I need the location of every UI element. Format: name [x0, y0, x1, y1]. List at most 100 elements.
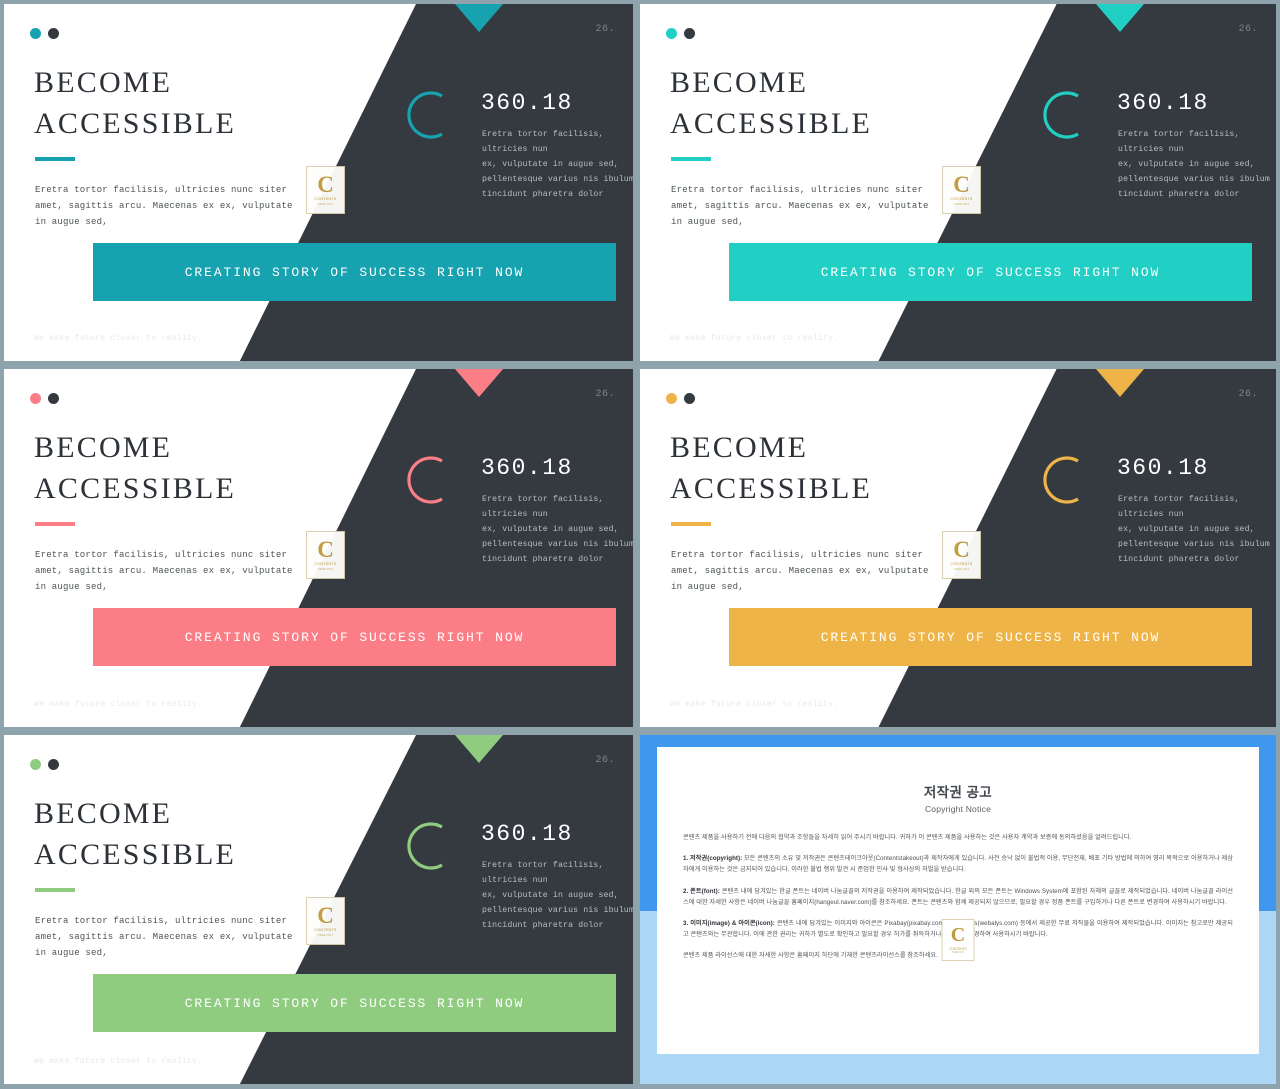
left-body-text: Eretra tortor facilisis, ultricies nunc … [35, 547, 292, 595]
cta-banner[interactable]: CREATING STORY OF SUCCESS RIGHT NOW [729, 243, 1252, 301]
arc-chart [1038, 453, 1092, 507]
cta-banner[interactable]: CREATING STORY OF SUCCESS RIGHT NOW [729, 608, 1252, 666]
logo-subname: TAKE OUT [317, 567, 334, 571]
logo-name: CONTENTS [314, 928, 337, 932]
slide-thumbnail-grid: 26. BECOME ACCESSIBLE Eretra tortor facilis… [0, 0, 1280, 1089]
right-body-line-1: Eretra tortor facilisis, [482, 130, 604, 139]
right-body-text: Eretra tortor facilisis, ultricies nun ex,… [482, 858, 633, 933]
slide-teal-dark[interactable]: 26. BECOME ACCESSIBLE Eretra tortor facilis… [4, 4, 633, 361]
right-body-line-4: pellentesque varius nis ibulum [1118, 175, 1270, 184]
logo-subname: TAKE OUT [317, 933, 334, 937]
cta-banner[interactable]: CREATING STORY OF SUCCESS RIGHT NOW [93, 243, 616, 301]
left-body-line-1: Eretra tortor facilisis, ultricies nunc … [671, 185, 924, 195]
logo-name: CONTENTS [314, 562, 337, 566]
accent-dot-icon [30, 759, 41, 770]
slide-green[interactable]: 26. BECOME ACCESSIBLE Eretra tortor facilis… [4, 735, 633, 1084]
cta-label: CREATING STORY OF SUCCESS RIGHT NOW [184, 264, 525, 280]
arc-chart [1038, 88, 1092, 142]
page-number: 26. [1238, 24, 1258, 35]
contents-takeout-logo: C CONTENTS TAKE OUT [306, 166, 345, 214]
accent-dot-icon [666, 393, 677, 404]
triangle-marker-icon [454, 4, 503, 32]
triangle-marker-icon [1096, 4, 1145, 32]
right-body-line-2: ultricies nun [482, 876, 548, 885]
copyright-para-lead-3: 2. 폰트(font): [683, 887, 720, 895]
copyright-paragraph-2: 1. 저작권(copyright): 모든 콘텐츠의 소유 및 저작권은 콘텐츠… [683, 855, 1233, 874]
slide-turquoise[interactable]: 26. BECOME ACCESSIBLE Eretra tortor facilis… [640, 4, 1276, 361]
logo-letter-c: C [953, 537, 970, 562]
accent-rule [35, 888, 75, 892]
right-body-line-3: ex, vulputate in augue sed, [482, 160, 619, 169]
thumbnail-cell-5[interactable]: 26. BECOME ACCESSIBLE Eretra tortor facilis… [0, 732, 637, 1089]
right-body-line-5: tincidunt pharetra dolor [482, 555, 604, 564]
contents-takeout-logo: C CONTENTS TAKE OUT [306, 531, 345, 579]
dot-pair-decoration [30, 393, 59, 404]
page-number: 26. [1238, 389, 1258, 400]
left-body-line-3: in augue sed, [35, 948, 108, 958]
progress-arc-icon [407, 456, 443, 504]
logo-letter-c: C [317, 537, 334, 562]
copyright-paragraph-3: 2. 폰트(font): 콘텐츠 내에 담겨있는 한글 폰트는 네이버 나눔글꼴… [683, 887, 1233, 906]
right-body-line-3: ex, vulputate in augue sed, [482, 891, 619, 900]
dark-dot-icon [684, 28, 695, 39]
right-body-line-1: Eretra tortor facilisis, [1118, 495, 1240, 504]
copyright-para-lead-4: 3. 이미지(image) & 아이콘(icon): [683, 920, 775, 928]
left-body-line-3: in augue sed, [35, 217, 108, 227]
thumbnail-cell-1[interactable]: 26. BECOME ACCESSIBLE Eretra tortor facilis… [0, 0, 637, 366]
cta-banner[interactable]: CREATING STORY OF SUCCESS RIGHT NOW [93, 974, 616, 1032]
logo-letter-c: C [950, 924, 966, 946]
dark-dot-icon [48, 759, 59, 770]
stat-value: 360.18 [1117, 90, 1209, 116]
thumbnail-cell-3[interactable]: 26. BECOME ACCESSIBLE Eretra tortor facilis… [0, 366, 637, 732]
copyright-notice-slide[interactable]: 저작권 공고 Copyright Notice 콘텐츠 제품을 사용하기 전에 다음… [640, 735, 1276, 1084]
dot-pair-decoration [666, 393, 695, 404]
right-body-line-2: ultricies nun [1118, 145, 1184, 154]
copyright-subtitle: Copyright Notice [924, 804, 992, 814]
stat-value: 360.18 [481, 90, 573, 116]
thumbnail-cell-4[interactable]: 26. BECOME ACCESSIBLE Eretra tortor facilis… [637, 366, 1280, 732]
right-body-line-3: ex, vulputate in augue sed, [482, 525, 619, 534]
thumbnail-cell-6[interactable]: 저작권 공고 Copyright Notice 콘텐츠 제품을 사용하기 전에 다음… [637, 732, 1280, 1089]
dark-dot-icon [684, 393, 695, 404]
logo-name: CONTENTS [950, 562, 973, 566]
cta-label: CREATING STORY OF SUCCESS RIGHT NOW [184, 995, 525, 1011]
page-title: BECOME ACCESSIBLE [670, 62, 872, 144]
right-body-text: Eretra tortor facilisis, ultricies nun ex,… [482, 492, 633, 567]
dark-dot-icon [48, 28, 59, 39]
right-body-line-1: Eretra tortor facilisis, [482, 495, 604, 504]
headline-line-1: BECOME [34, 431, 173, 464]
right-body-line-4: pellentesque varius nis ibulum [482, 906, 633, 915]
footer-tagline: We make future closer to reality. [670, 700, 839, 709]
headline-line-2: ACCESSIBLE [670, 472, 873, 505]
headline-line-1: BECOME [670, 66, 809, 99]
right-body-line-2: ultricies nun [1118, 510, 1184, 519]
thumbnail-cell-2[interactable]: 26. BECOME ACCESSIBLE Eretra tortor facilis… [637, 0, 1280, 366]
headline-line-1: BECOME [34, 797, 173, 830]
copyright-sheet: 저작권 공고 Copyright Notice 콘텐츠 제품을 사용하기 전에 다음… [657, 747, 1259, 1054]
logo-letter-c: C [317, 903, 334, 928]
footer-tagline: We make future closer to reality. [34, 1057, 203, 1066]
left-body-text: Eretra tortor facilisis, ultricies nunc … [35, 913, 292, 961]
accent-rule [671, 157, 711, 161]
stat-value: 360.18 [1117, 455, 1209, 481]
page-title: BECOME ACCESSIBLE [670, 427, 872, 509]
cta-banner[interactable]: CREATING STORY OF SUCCESS RIGHT NOW [93, 608, 616, 666]
right-body-line-4: pellentesque varius nis ibulum [482, 540, 633, 549]
accent-rule [35, 522, 75, 526]
headline-line-2: ACCESSIBLE [670, 107, 873, 140]
right-body-line-5: tincidunt pharetra dolor [482, 921, 604, 930]
accent-dot-icon [30, 28, 41, 39]
dot-pair-decoration [666, 28, 695, 39]
right-body-line-2: ultricies nun [482, 145, 548, 154]
footer-tagline: We make future closer to reality. [670, 334, 839, 343]
slide-amber[interactable]: 26. BECOME ACCESSIBLE Eretra tortor facilis… [640, 369, 1276, 727]
headline-line-2: ACCESSIBLE [34, 472, 237, 505]
footer-tagline: We make future closer to reality. [34, 334, 203, 343]
right-body-line-1: Eretra tortor facilisis, [1118, 130, 1240, 139]
right-body-line-4: pellentesque varius nis ibulum [482, 175, 633, 184]
contents-takeout-logo: C CONTENTS TAKE OUT [942, 531, 981, 579]
page-number: 26. [595, 389, 615, 400]
left-body-line-3: in augue sed, [671, 582, 744, 592]
slide-coral[interactable]: 26. BECOME ACCESSIBLE Eretra tortor facilis… [4, 369, 633, 727]
page-title: BECOME ACCESSIBLE [34, 62, 236, 144]
